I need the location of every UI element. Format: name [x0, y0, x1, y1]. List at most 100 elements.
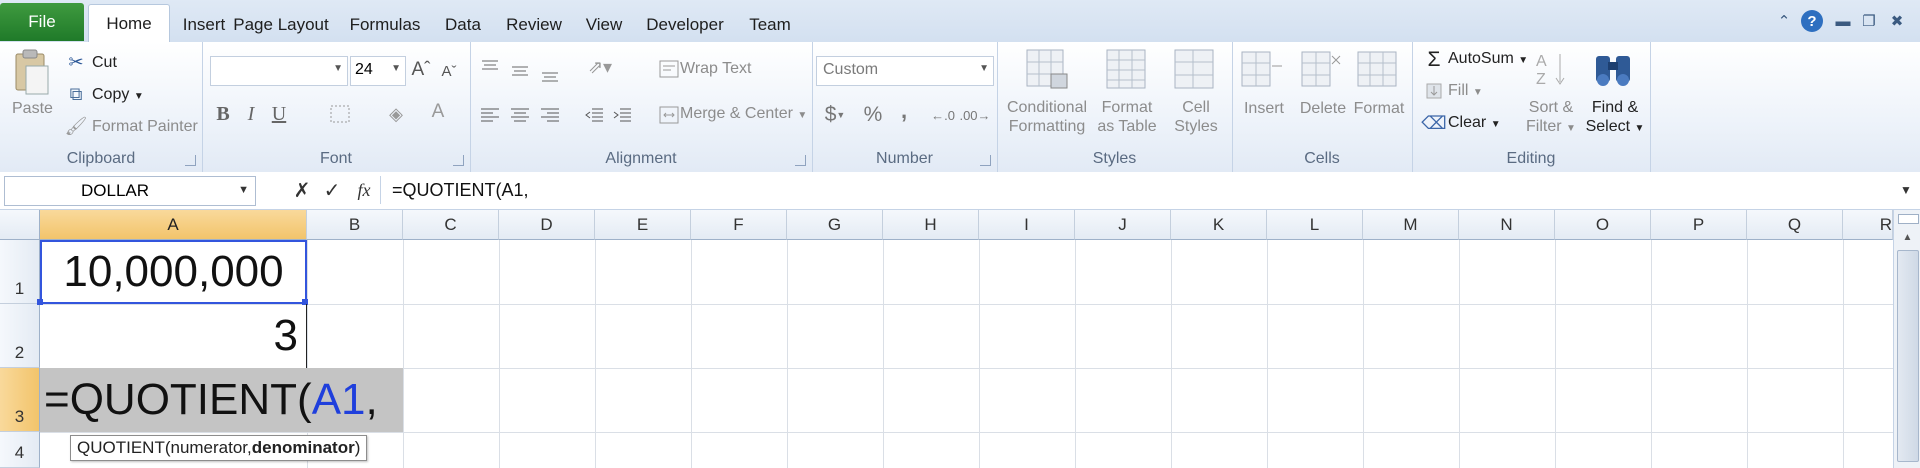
font-dialog-launcher[interactable]: [453, 155, 464, 166]
column-header[interactable]: F: [691, 210, 787, 240]
column-header[interactable]: L: [1267, 210, 1363, 240]
align-bottom-icon[interactable]: [538, 64, 562, 86]
column-header[interactable]: G: [787, 210, 883, 240]
row-header[interactable]: 4: [0, 432, 40, 468]
row-header[interactable]: 2: [0, 304, 40, 368]
tab-file[interactable]: File: [0, 3, 84, 41]
split-box[interactable]: [1898, 214, 1919, 224]
copy-button[interactable]: Copy ▼: [92, 86, 144, 104]
column-header[interactable]: J: [1075, 210, 1171, 240]
font-name-combo[interactable]: ▼: [210, 56, 348, 86]
align-top-icon[interactable]: [478, 56, 502, 78]
align-left-icon[interactable]: [478, 104, 502, 126]
tab-view[interactable]: View: [582, 8, 626, 41]
clear-button[interactable]: Clear ▼: [1448, 114, 1501, 132]
column-header[interactable]: R: [1843, 210, 1893, 240]
cut-button[interactable]: Cut: [92, 54, 117, 72]
column-header[interactable]: K: [1171, 210, 1267, 240]
decrease-decimal-icon[interactable]: .00→: [959, 102, 990, 128]
wrap-text-button[interactable]: Wrap Text: [680, 60, 751, 78]
tab-review[interactable]: Review: [500, 8, 568, 41]
sort-filter-button[interactable]: Sort & Filter ▼: [1520, 98, 1582, 138]
insert-function-button[interactable]: fx: [350, 178, 378, 202]
scroll-thumb[interactable]: [1897, 250, 1919, 462]
column-header[interactable]: H: [883, 210, 979, 240]
decrease-indent-icon[interactable]: [582, 104, 606, 126]
minimize-ribbon-icon[interactable]: ⌃: [1773, 10, 1795, 32]
increase-indent-icon[interactable]: [610, 104, 634, 126]
align-right-icon[interactable]: [538, 104, 562, 126]
minimize-icon[interactable]: ▬: [1832, 10, 1854, 32]
column-header[interactable]: M: [1363, 210, 1459, 240]
scroll-up-icon[interactable]: ▲: [1898, 228, 1917, 246]
delete-button[interactable]: Delete: [1294, 100, 1352, 118]
number-dialog-launcher[interactable]: [980, 155, 991, 166]
cancel-icon[interactable]: ✗: [290, 178, 314, 202]
fill-button[interactable]: Fill ▼: [1448, 82, 1483, 100]
restore-icon[interactable]: ❐: [1858, 10, 1880, 32]
column-header[interactable]: I: [979, 210, 1075, 240]
number-format-combo[interactable]: Custom ▼: [816, 56, 994, 86]
vertical-scrollbar[interactable]: ▲: [1893, 210, 1920, 468]
help-icon[interactable]: ?: [1801, 10, 1823, 32]
enter-icon[interactable]: ✓: [320, 178, 344, 202]
format-button[interactable]: Format: [1350, 100, 1408, 118]
worksheet-grid[interactable]: A B C D E F G H I J K L M N O P Q R 1 2 …: [0, 210, 1920, 468]
close-icon[interactable]: ✖: [1886, 10, 1908, 32]
row-header[interactable]: 1: [0, 240, 40, 304]
tab-insert[interactable]: Insert: [170, 8, 238, 41]
column-header[interactable]: D: [499, 210, 595, 240]
tab-data[interactable]: Data: [440, 8, 486, 41]
orientation-icon[interactable]: ⇗▾: [580, 56, 620, 78]
insert-button[interactable]: Insert: [1236, 100, 1292, 118]
font-size-combo[interactable]: 24 ▼: [350, 56, 406, 86]
name-box[interactable]: DOLLAR ▼: [4, 176, 256, 206]
bold-button[interactable]: B: [212, 102, 234, 126]
align-middle-icon[interactable]: [508, 60, 532, 82]
grow-font-icon[interactable]: Aˆ: [410, 58, 432, 82]
column-header[interactable]: O: [1555, 210, 1651, 240]
currency-button[interactable]: $ ▼: [820, 102, 850, 128]
tab-developer[interactable]: Developer: [640, 8, 730, 41]
tab-home[interactable]: Home: [88, 4, 170, 43]
clipboard-dialog-launcher[interactable]: [185, 155, 196, 166]
alignment-dialog-launcher[interactable]: [795, 155, 806, 166]
select-all-button[interactable]: [0, 210, 40, 240]
paste-icon[interactable]: [12, 48, 50, 98]
cell-styles-button[interactable]: Cell Styles: [1163, 98, 1229, 136]
expand-formula-bar-icon[interactable]: ▼: [1896, 180, 1916, 200]
find-select-button[interactable]: Find & Select ▼: [1584, 98, 1646, 138]
italic-button[interactable]: I: [240, 102, 262, 126]
column-header[interactable]: B: [307, 210, 403, 240]
format-as-table-button[interactable]: Format as Table: [1091, 98, 1163, 136]
font-color-icon[interactable]: A: [426, 100, 450, 124]
format-painter-button[interactable]: Format Painter: [92, 118, 198, 136]
function-tooltip[interactable]: QUOTIENT(numerator, denominator): [70, 435, 368, 461]
cell-a2[interactable]: 3: [40, 304, 307, 368]
cell-a3-editing[interactable]: =QUOTIENT(A1,: [40, 368, 403, 432]
underline-button[interactable]: U: [268, 102, 290, 126]
column-header[interactable]: E: [595, 210, 691, 240]
column-header[interactable]: P: [1651, 210, 1747, 240]
shrink-font-icon[interactable]: Aˇ: [438, 60, 460, 82]
align-center-icon[interactable]: [508, 104, 532, 126]
column-header[interactable]: N: [1459, 210, 1555, 240]
percent-button[interactable]: %: [860, 102, 886, 128]
tab-formulas[interactable]: Formulas: [345, 8, 425, 41]
merge-center-button[interactable]: Merge & Center ▼: [680, 105, 807, 123]
column-header[interactable]: Q: [1747, 210, 1843, 240]
paste-button[interactable]: Paste: [12, 100, 53, 118]
row-header[interactable]: 3: [0, 368, 40, 432]
tab-page-layout[interactable]: Page Layout: [230, 8, 332, 41]
formula-input[interactable]: =QUOTIENT(A1,: [392, 180, 529, 201]
increase-decimal-icon[interactable]: ←.0: [930, 102, 956, 128]
borders-icon[interactable]: [326, 102, 354, 126]
comma-button[interactable]: ,: [894, 98, 914, 124]
conditional-formatting-button[interactable]: Conditional Formatting: [1005, 98, 1089, 136]
cell-a1[interactable]: 10,000,000: [40, 240, 307, 304]
column-header[interactable]: A: [40, 210, 307, 240]
column-header[interactable]: C: [403, 210, 499, 240]
tab-team[interactable]: Team: [744, 8, 796, 41]
fill-color-icon[interactable]: ◈: [382, 102, 410, 126]
autosum-button[interactable]: AutoSum ▼: [1448, 50, 1528, 68]
